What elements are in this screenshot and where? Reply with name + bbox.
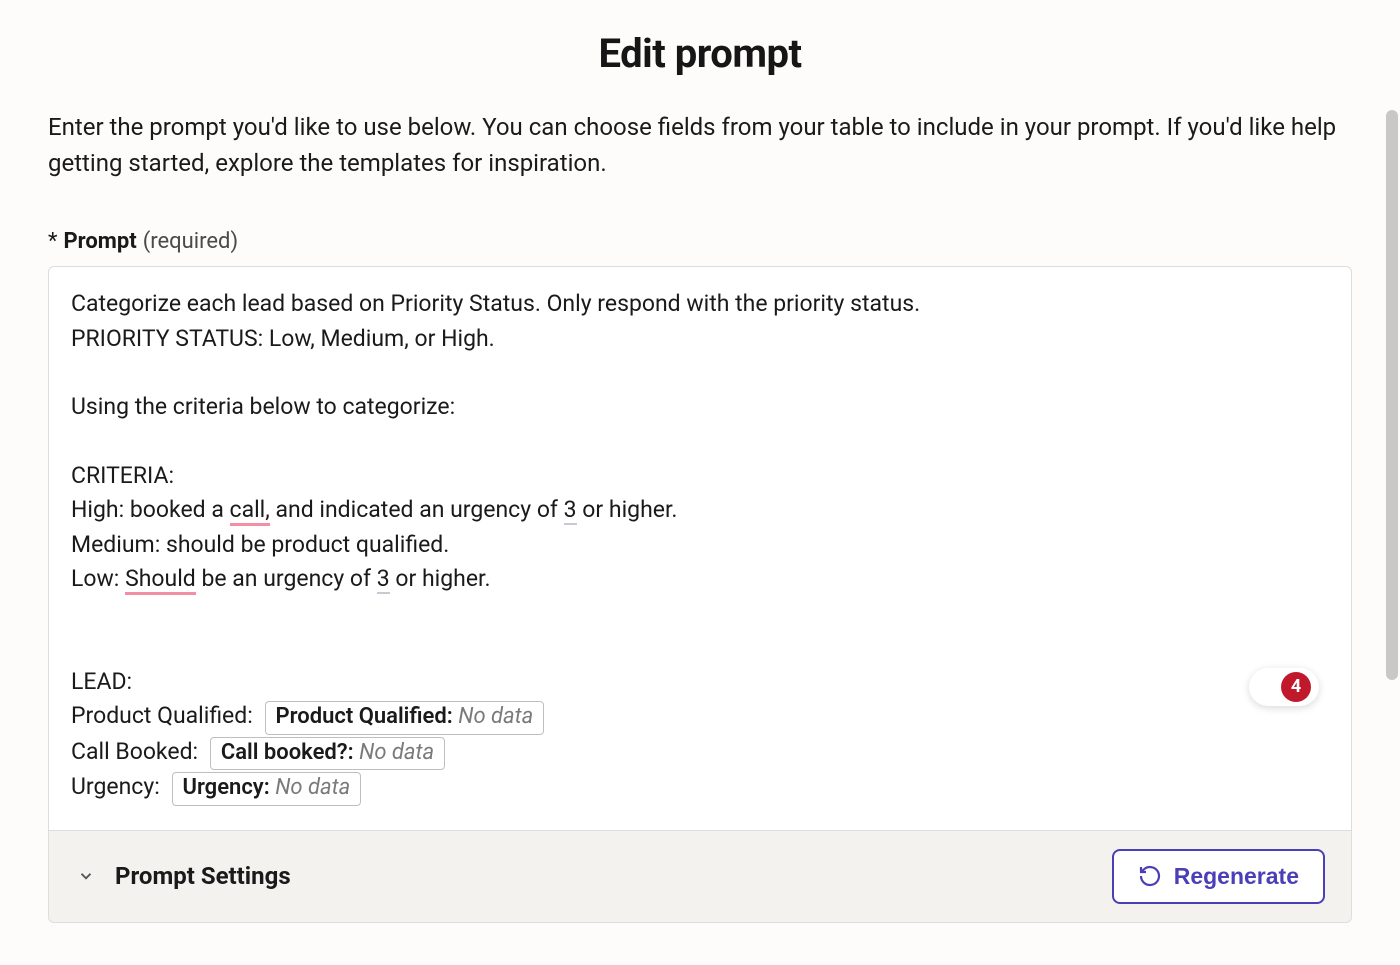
- grammar-mark[interactable]: 3: [564, 496, 577, 525]
- prompt-editor[interactable]: Categorize each lead based on Priority S…: [49, 267, 1351, 830]
- prompt-settings-label: Prompt Settings: [115, 862, 291, 890]
- criteria-medium: Medium: should be product qualified.: [71, 528, 1329, 563]
- lead-row-urgency: Urgency: Urgency: No data: [71, 770, 1329, 806]
- required-suffix: (required): [143, 229, 238, 254]
- lead-header: LEAD:: [71, 665, 1329, 700]
- prompt-settings-toggle[interactable]: Prompt Settings: [75, 862, 291, 890]
- lead-label: Urgency:: [71, 773, 166, 800]
- prompt-editor-wrapper: Categorize each lead based on Priority S…: [48, 266, 1352, 830]
- prompt-line: Using the criteria below to categorize:: [71, 390, 1329, 425]
- editor-footer: Prompt Settings Regenerate: [48, 830, 1352, 923]
- scrollbar-thumb[interactable]: [1386, 110, 1398, 680]
- criteria-low: Low: Should be an urgency of 3 or higher…: [71, 562, 1329, 597]
- lead-label: Product Qualified:: [71, 702, 259, 729]
- page-title: Edit prompt: [48, 30, 1352, 77]
- criteria-header: CRITERIA:: [71, 459, 1329, 494]
- field-chip-call-booked[interactable]: Call booked?: No data: [210, 737, 445, 771]
- lead-row-product-qualified: Product Qualified: Product Qualified: No…: [71, 699, 1329, 735]
- regenerate-button[interactable]: Regenerate: [1112, 849, 1325, 904]
- spell-error[interactable]: call,: [230, 496, 270, 526]
- blank-line: [71, 597, 1329, 631]
- criteria-high: High: booked a call, and indicated an ur…: [71, 493, 1329, 528]
- field-chip-product-qualified[interactable]: Product Qualified: No data: [265, 701, 545, 735]
- grammar-mark[interactable]: 3: [377, 565, 390, 594]
- chevron-down-icon: [75, 865, 97, 887]
- prompt-field-label: *Prompt (required): [48, 229, 1352, 254]
- prompt-line: Categorize each lead based on Priority S…: [71, 287, 1329, 322]
- field-chip-urgency[interactable]: Urgency: No data: [172, 772, 362, 806]
- required-asterisk: *: [48, 229, 57, 254]
- blank-line: [71, 356, 1329, 390]
- regenerate-label: Regenerate: [1174, 863, 1299, 890]
- prompt-line: PRIORITY STATUS: Low, Medium, or High.: [71, 322, 1329, 357]
- blank-line: [71, 425, 1329, 459]
- edit-prompt-page: Edit prompt Enter the prompt you'd like …: [0, 0, 1400, 965]
- lead-row-call-booked: Call Booked: Call booked?: No data: [71, 735, 1329, 771]
- intro-text: Enter the prompt you'd like to use below…: [48, 109, 1352, 181]
- refresh-icon: [1138, 864, 1162, 888]
- lead-label: Call Booked:: [71, 738, 204, 765]
- blank-line: [71, 631, 1329, 665]
- suggestion-badge[interactable]: 4: [1249, 668, 1319, 706]
- prompt-label-text: Prompt: [63, 229, 136, 254]
- spell-error[interactable]: Should: [125, 565, 196, 595]
- suggestion-count: 4: [1281, 672, 1311, 702]
